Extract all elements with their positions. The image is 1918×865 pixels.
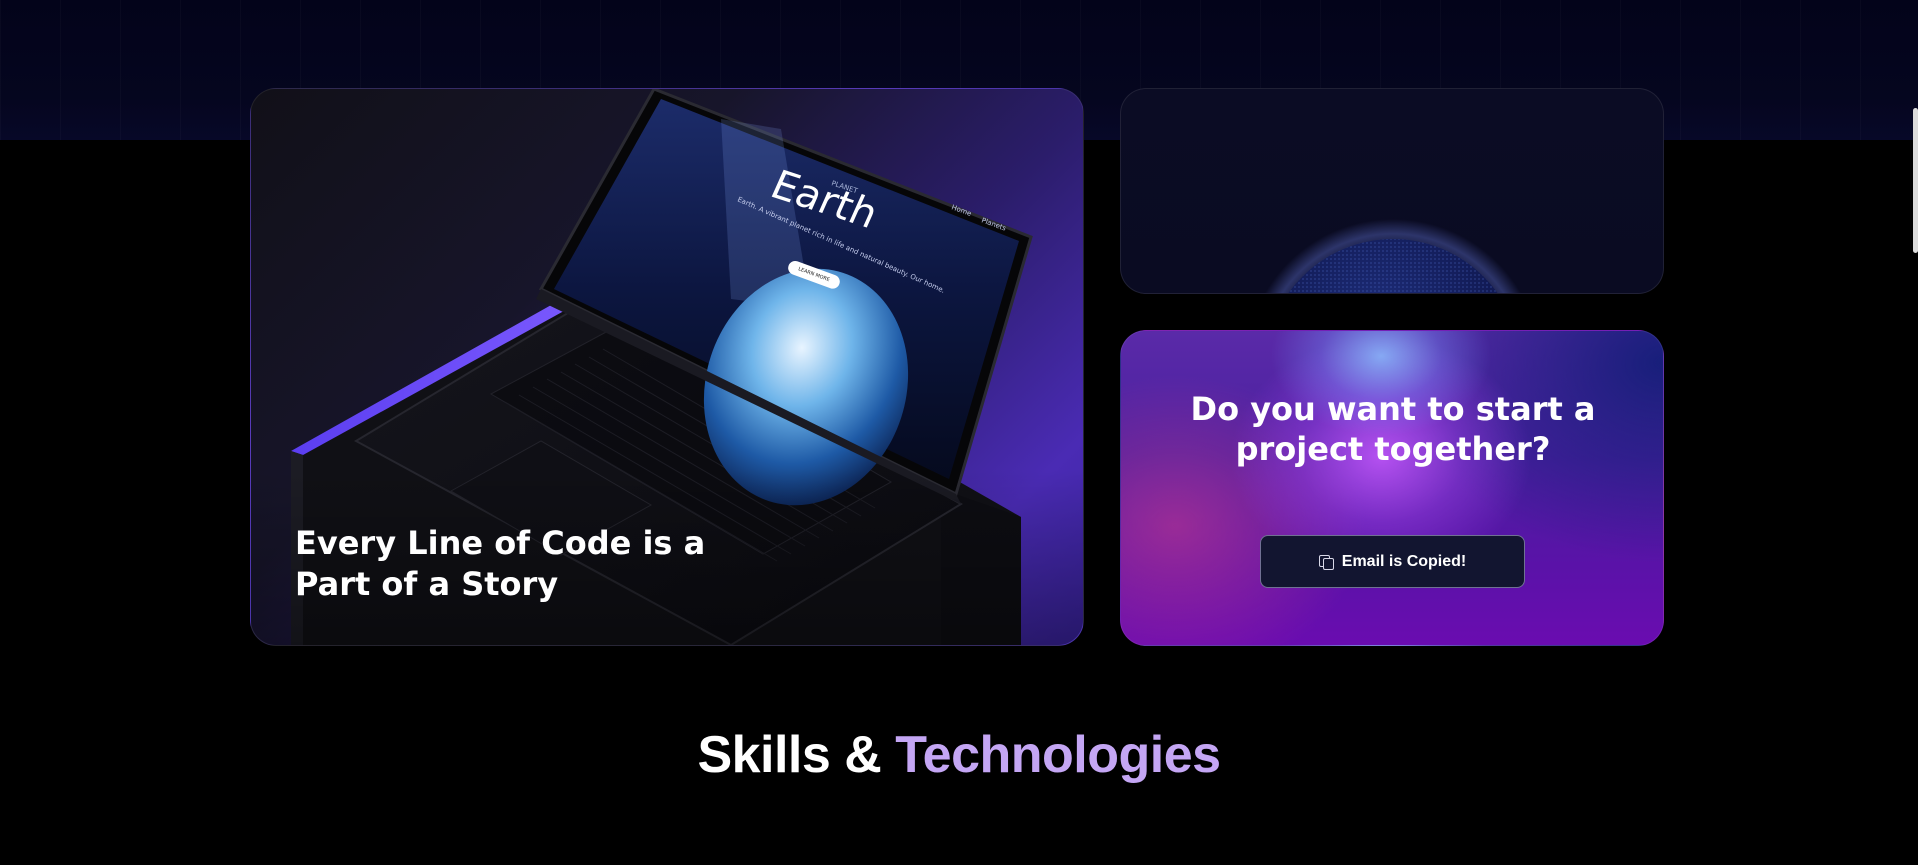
globe-card xyxy=(1120,88,1664,294)
copy-email-label: Email is Copied! xyxy=(1341,552,1467,570)
story-headline: Every Line of Code is a Part of a Story xyxy=(295,524,706,603)
cta-title: Do you want to start a project together? xyxy=(1190,390,1596,468)
globe-illustration xyxy=(1264,219,1522,293)
copy-icon xyxy=(1318,554,1334,570)
skills-title-accent: Technologies xyxy=(895,726,1221,784)
skills-title-plain: Skills & xyxy=(697,726,896,784)
scrollbar-thumb[interactable] xyxy=(1913,108,1918,253)
skills-section-title: Skills & Technologies xyxy=(0,724,1918,786)
project-cta-card: Do you want to start a project together?… xyxy=(1120,330,1664,646)
story-card: PLANET Earth Earth. A vibrant planet ric… xyxy=(250,88,1084,646)
copy-email-button[interactable]: Email is Copied! xyxy=(1260,535,1525,588)
